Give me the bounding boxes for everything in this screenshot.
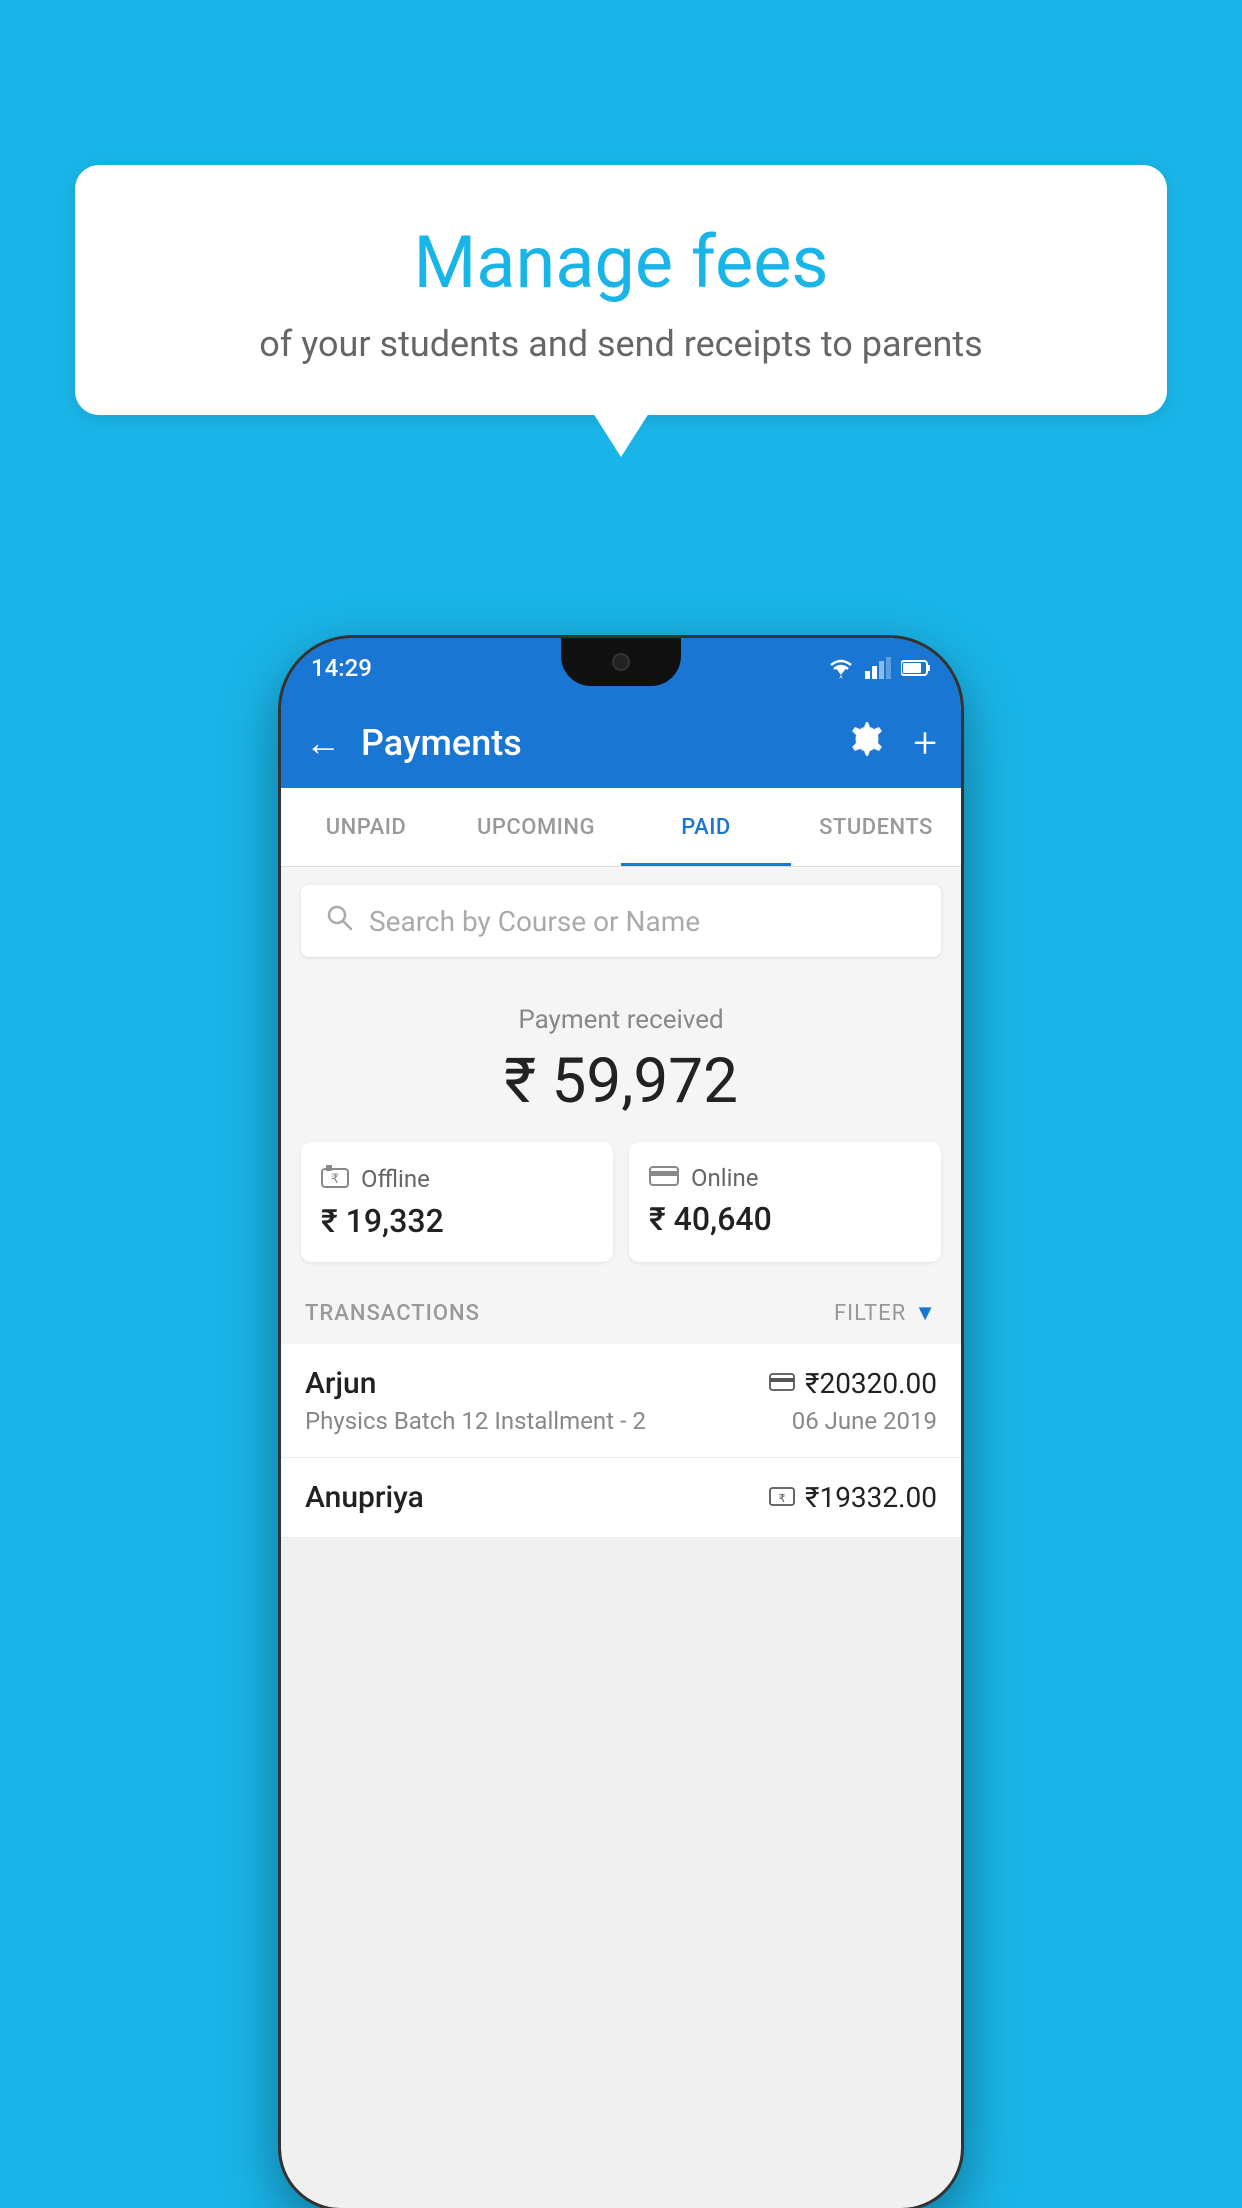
- offline-label: Offline: [361, 1165, 430, 1193]
- status-time: 14:29: [311, 654, 372, 682]
- bubble-subtitle: of your students and send receipts to pa…: [135, 323, 1107, 365]
- notch: [561, 638, 681, 686]
- search-bar[interactable]: Search by Course or Name: [301, 885, 941, 957]
- offline-amount: ₹ 19,332: [321, 1202, 444, 1240]
- transaction-amount: ₹19332.00: [805, 1481, 937, 1514]
- transaction-row2: Physics Batch 12 Installment - 2 06 June…: [305, 1407, 937, 1435]
- settings-button[interactable]: [851, 722, 885, 764]
- back-button[interactable]: ←: [305, 722, 341, 764]
- transaction-amount-wrap: ₹ ₹19332.00: [769, 1481, 937, 1514]
- filter-icon: ▼: [914, 1300, 937, 1326]
- search-placeholder: Search by Course or Name: [369, 905, 700, 938]
- card-payment-icon: [769, 1372, 795, 1396]
- payment-summary: Payment received ₹ 59,972 ₹: [281, 975, 961, 1282]
- transaction-date: 06 June 2019: [792, 1407, 937, 1435]
- bubble-title: Manage fees: [135, 220, 1107, 305]
- offline-icon: ₹: [321, 1164, 349, 1194]
- app-bar: ← Payments +: [281, 698, 961, 788]
- status-bar: 14:29: [281, 638, 961, 698]
- transaction-amount: ₹20320.00: [805, 1367, 937, 1400]
- speech-bubble: Manage fees of your students and send re…: [75, 165, 1167, 415]
- signal-icon: [865, 657, 891, 679]
- online-card-header: Online: [649, 1164, 758, 1192]
- filter-label: FILTER: [834, 1301, 906, 1326]
- transaction-row1: Arjun ₹20320.00: [305, 1366, 937, 1401]
- tab-paid[interactable]: PAID: [621, 788, 791, 866]
- offline-payment-icon: ₹: [769, 1485, 795, 1511]
- tabs-container: UNPAID UPCOMING PAID STUDENTS: [281, 788, 961, 867]
- status-icons: [827, 657, 931, 679]
- app-bar-icons: +: [851, 719, 937, 768]
- transaction-row1: Anupriya ₹ ₹19332.00: [305, 1480, 937, 1515]
- payment-total-amount: ₹ 59,972: [301, 1045, 941, 1118]
- gear-icon: [851, 722, 885, 756]
- transaction-course: Physics Batch 12 Installment - 2: [305, 1407, 646, 1435]
- transactions-header: TRANSACTIONS FILTER ▼: [281, 1282, 961, 1344]
- offline-card-header: ₹ Offline: [321, 1164, 430, 1194]
- transactions-label: TRANSACTIONS: [305, 1301, 480, 1326]
- tab-upcoming[interactable]: UPCOMING: [451, 788, 621, 866]
- online-card: Online ₹ 40,640: [629, 1142, 941, 1262]
- wifi-icon: [827, 657, 855, 679]
- transaction-item[interactable]: Arjun ₹20320.00 Physics Batch 12 Install…: [281, 1344, 961, 1458]
- offline-card: ₹ Offline ₹ 19,332: [301, 1142, 613, 1262]
- search-container: Search by Course or Name: [281, 867, 961, 975]
- online-amount: ₹ 40,640: [649, 1200, 772, 1238]
- payment-cards: ₹ Offline ₹ 19,332: [301, 1142, 941, 1262]
- online-icon: [649, 1164, 679, 1192]
- svg-text:₹: ₹: [778, 1493, 785, 1505]
- payment-received-label: Payment received: [301, 1005, 941, 1035]
- app-bar-title: Payments: [361, 722, 831, 764]
- tab-students[interactable]: STUDENTS: [791, 788, 961, 866]
- online-label: Online: [691, 1164, 758, 1192]
- transaction-name: Anupriya: [305, 1480, 424, 1515]
- search-icon: [325, 903, 353, 939]
- battery-icon: [901, 659, 931, 677]
- filter-button[interactable]: FILTER ▼: [834, 1300, 937, 1326]
- transaction-amount-wrap: ₹20320.00: [769, 1367, 937, 1400]
- phone-screen: 14:29: [281, 638, 961, 2208]
- add-button[interactable]: +: [913, 719, 937, 768]
- transaction-item[interactable]: Anupriya ₹ ₹19332.00: [281, 1458, 961, 1538]
- svg-text:₹: ₹: [331, 1171, 339, 1186]
- camera-dot: [612, 653, 630, 671]
- transaction-name: Arjun: [305, 1366, 376, 1401]
- tab-unpaid[interactable]: UNPAID: [281, 788, 451, 866]
- phone-frame: 14:29: [281, 638, 961, 2208]
